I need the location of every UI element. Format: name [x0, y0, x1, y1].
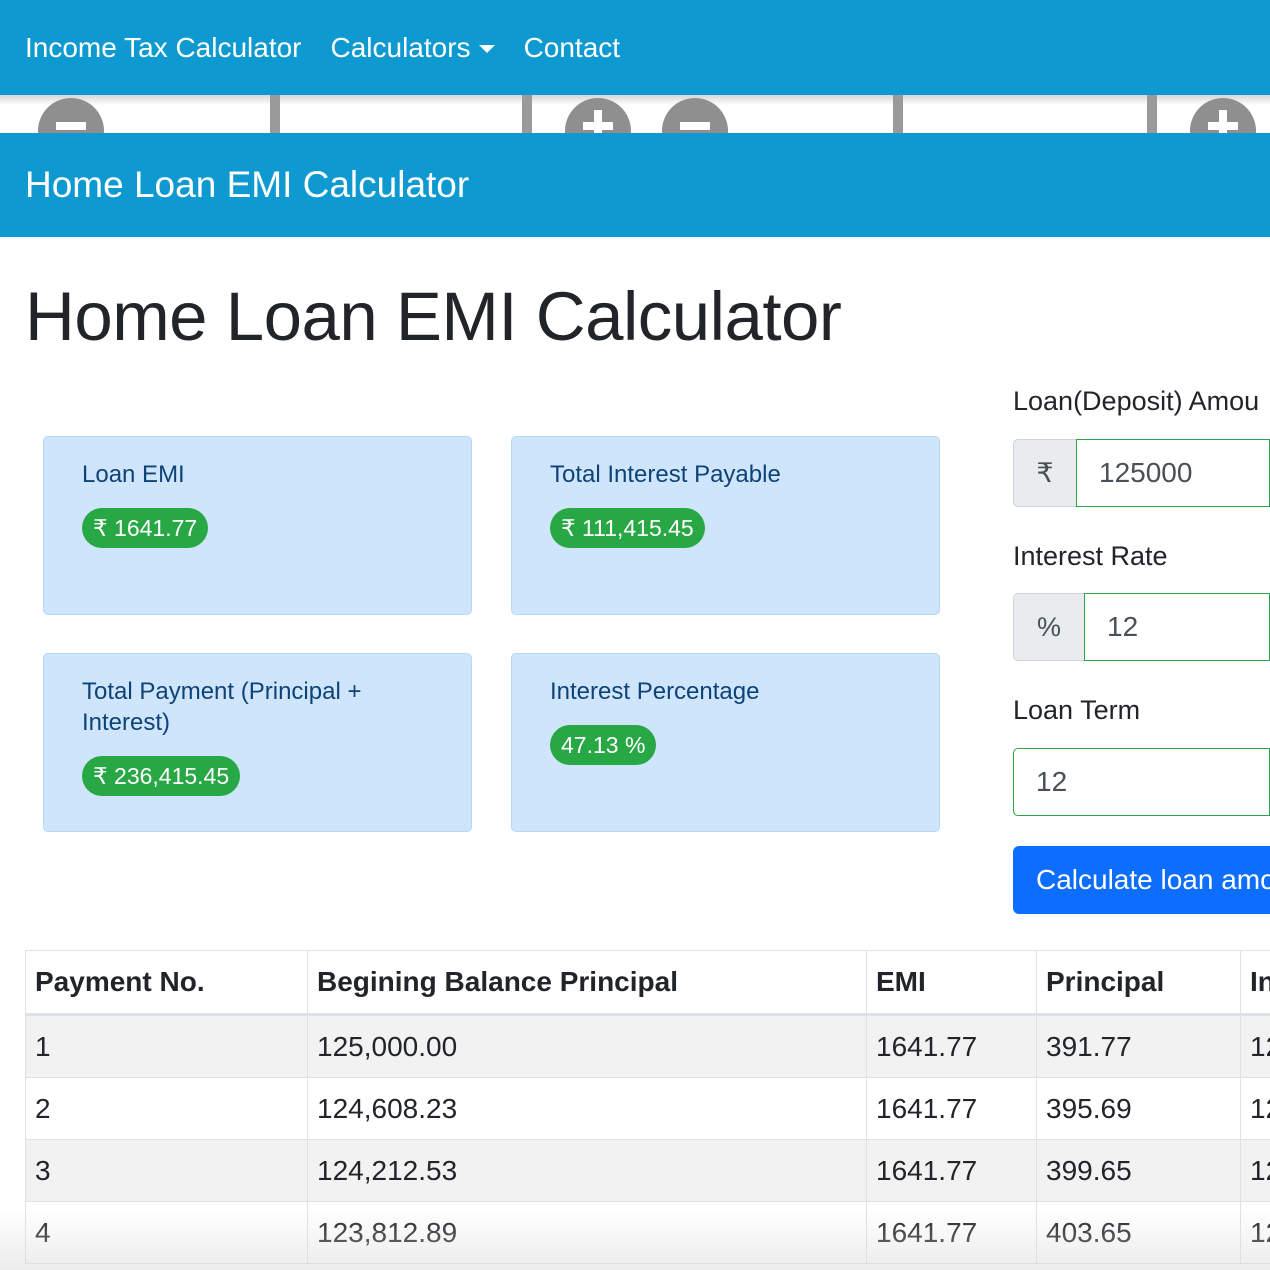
total-payment-label: Total Payment (Principal + Interest): [82, 678, 362, 736]
cell-interest: 12: [1240, 1077, 1270, 1140]
table-row: 2 124,608.23 1641.77 395.69 12: [25, 1077, 1270, 1140]
interest-percentage-card: Interest Percentage 47.13 %: [511, 653, 940, 832]
total-payment-card: Total Payment (Principal + Interest) ₹ 2…: [43, 653, 472, 832]
cell-payment-no: 1: [25, 1014, 308, 1078]
header-payment-no: Payment No.: [25, 950, 308, 1016]
cell-emi: 1641.77: [866, 1139, 1037, 1202]
loan-term-label: Loan Term: [1013, 695, 1141, 725]
loan-amount-input[interactable]: [1076, 439, 1270, 507]
minus-circle-icon: [662, 98, 728, 133]
cell-payment-no: 3: [25, 1139, 308, 1202]
loan-amount-label: Loan(Deposit) Amou: [1013, 386, 1260, 416]
cell-emi: 1641.77: [866, 1077, 1037, 1140]
banner-title: Home Loan EMI Calculator: [25, 164, 470, 205]
total-interest-badge: ₹ 111,415.45: [550, 508, 705, 548]
cell-beginning-balance: 125,000.00: [307, 1014, 867, 1078]
header-emi: EMI: [866, 950, 1037, 1016]
plus-circle-icon: [565, 98, 631, 133]
loan-emi-badge: ₹ 1641.77: [82, 508, 209, 548]
cell-interest: 12: [1240, 1014, 1270, 1078]
cell-beginning-balance: 124,608.23: [307, 1077, 867, 1140]
page-title: Home Loan EMI Calculator: [25, 278, 842, 355]
table-row: 1 125,000.00 1641.77 391.77 12: [25, 1014, 1270, 1078]
header-beginning-balance: Begining Balance Principal: [307, 950, 867, 1016]
page-banner: Home Loan EMI Calculator: [0, 133, 1270, 237]
plus-circle-icon: [1190, 98, 1256, 133]
interest-rate-group: %: [1013, 593, 1270, 661]
total-interest-label: Total Interest Payable: [550, 461, 781, 488]
amortization-table-wrapper: Payment No. Begining Balance Principal E…: [25, 950, 1270, 1270]
cell-payment-no: 4: [25, 1201, 308, 1264]
cell-beginning-balance: 124,212.53: [307, 1139, 867, 1202]
interest-percentage-badge: 47.13 %: [550, 725, 657, 765]
loan-emi-label: Loan EMI: [82, 461, 185, 488]
cell-emi: 1641.77: [866, 1014, 1037, 1078]
divider-bar: [1147, 95, 1157, 133]
loan-emi-card: Loan EMI ₹ 1641.77: [43, 436, 472, 615]
cell-interest: 12: [1240, 1139, 1270, 1202]
nav-contact[interactable]: Contact: [499, 32, 621, 64]
nav-calculators-label: Calculators: [330, 31, 471, 63]
cell-principal: 399.65: [1036, 1139, 1241, 1202]
total-payment-badge: ₹ 236,415.45: [82, 756, 241, 796]
interest-rate-input[interactable]: [1084, 593, 1270, 661]
cell-emi: 1641.77: [866, 1201, 1037, 1264]
divider-bar: [522, 95, 532, 133]
rupee-icon: ₹: [1013, 439, 1076, 507]
cell-principal: 391.77: [1036, 1014, 1241, 1078]
decorative-header-band: [0, 95, 1270, 135]
table-header-row: Payment No. Begining Balance Principal E…: [25, 950, 1270, 1016]
percent-icon: %: [1013, 593, 1084, 661]
cell-principal: 403.65: [1036, 1201, 1241, 1264]
calculate-loan-button[interactable]: Calculate loan amo: [1013, 846, 1270, 914]
header-principal: Principal: [1036, 950, 1241, 1016]
amortization-table: Payment No. Begining Balance Principal E…: [25, 950, 1270, 1264]
loan-term-group: [1013, 748, 1270, 816]
total-interest-card: Total Interest Payable ₹ 111,415.45: [511, 436, 940, 615]
table-row: 4 123,812.89 1641.77 403.65 12: [25, 1201, 1270, 1264]
divider-bar: [893, 95, 903, 133]
nav-income-tax-calculator[interactable]: Income Tax Calculator: [0, 32, 302, 64]
divider-bar: [270, 95, 280, 133]
top-navbar: Income Tax Calculator Calculators Contac…: [0, 0, 1270, 95]
cell-interest: 12: [1240, 1201, 1270, 1264]
loan-amount-group: ₹: [1013, 439, 1270, 507]
interest-rate-label: Interest Rate: [1013, 541, 1168, 571]
caret-down-icon: [478, 44, 495, 53]
cell-beginning-balance: 123,812.89: [307, 1201, 867, 1264]
nav-calculators-dropdown[interactable]: Calculators: [306, 32, 495, 64]
loan-term-input[interactable]: [1013, 748, 1270, 816]
table-row: 3 124,212.53 1641.77 399.65 12: [25, 1139, 1270, 1202]
minus-circle-icon: [38, 98, 104, 133]
header-interest: In: [1240, 950, 1270, 1016]
cell-payment-no: 2: [25, 1077, 308, 1140]
interest-percentage-label: Interest Percentage: [550, 678, 760, 705]
cell-principal: 395.69: [1036, 1077, 1241, 1140]
